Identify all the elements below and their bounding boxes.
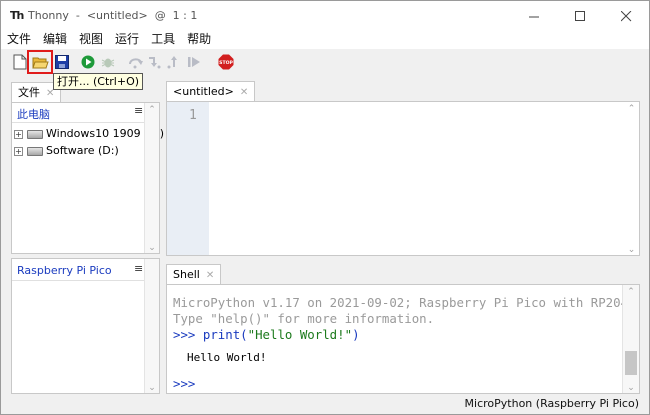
menu-edit[interactable]: 编辑 bbox=[37, 31, 73, 49]
drive-row-c[interactable]: + Windows10 1909 (C:) bbox=[14, 126, 164, 142]
menu-view[interactable]: 视图 bbox=[73, 31, 109, 49]
title-bar: Th Thonny - <untitled> @ 1 : 1 bbox=[1, 1, 649, 31]
pico-menu-icon[interactable]: ≡ bbox=[134, 262, 143, 275]
this-pc-link[interactable]: 此电脑 bbox=[17, 106, 50, 122]
resume-button[interactable] bbox=[185, 53, 203, 71]
tab-shell-label: Shell bbox=[173, 268, 200, 281]
maximize-icon bbox=[574, 10, 585, 21]
minimize-icon bbox=[528, 16, 539, 17]
pico-device-link[interactable]: Raspberry Pi Pico bbox=[17, 264, 112, 277]
save-file-button[interactable] bbox=[53, 53, 71, 71]
close-icon bbox=[620, 10, 631, 21]
thonny-app-icon: Th bbox=[10, 9, 24, 22]
open-file-tooltip: 打开... (Ctrl+O) bbox=[53, 73, 144, 90]
tab-files-label: 文件 bbox=[18, 86, 40, 99]
step-out-button[interactable] bbox=[165, 53, 183, 71]
menu-help[interactable]: 帮助 bbox=[181, 31, 217, 49]
drive-row-d[interactable]: + Software (D:) bbox=[14, 143, 119, 159]
expand-icon[interactable]: + bbox=[14, 146, 23, 156]
new-file-button[interactable] bbox=[11, 53, 29, 71]
hard-drive-icon bbox=[27, 129, 43, 139]
shell-tabstrip: Shell ✕ bbox=[166, 264, 640, 285]
scroll-down-icon[interactable]: ⌄ bbox=[624, 245, 639, 255]
expand-icon[interactable]: + bbox=[14, 129, 23, 139]
tab-shell[interactable]: Shell ✕ bbox=[166, 264, 222, 285]
minimize-button[interactable] bbox=[511, 1, 557, 31]
stop-icon: STOP bbox=[218, 54, 234, 70]
run-icon bbox=[81, 55, 95, 69]
drive-label: Software (D:) bbox=[46, 144, 119, 157]
interpreter-selector[interactable]: MicroPython (Raspberry Pi Pico) bbox=[465, 397, 639, 410]
shell-banner-line: Type "help()" for more information. bbox=[173, 311, 435, 326]
tab-close-icon[interactable]: ✕ bbox=[240, 87, 248, 98]
tab-close-icon[interactable]: ✕ bbox=[206, 270, 214, 281]
open-file-button[interactable] bbox=[27, 50, 53, 74]
shell-scrollbar[interactable]: ⌃ ⌄ bbox=[622, 285, 639, 393]
step-into-icon bbox=[149, 57, 161, 69]
scrollbar-thumb[interactable] bbox=[625, 351, 637, 375]
files-menu-icon[interactable]: ≡ bbox=[134, 104, 143, 117]
close-button[interactable] bbox=[603, 1, 649, 31]
line-number-gutter: 1 bbox=[167, 102, 209, 255]
thonny-window: Th Thonny - <untitled> @ 1 : 1 文件 编辑 视图 … bbox=[0, 0, 650, 415]
command-call: print( bbox=[202, 327, 248, 342]
divider bbox=[12, 280, 144, 281]
run-button[interactable] bbox=[79, 53, 97, 71]
new-file-icon bbox=[13, 54, 27, 70]
line-number: 1 bbox=[189, 108, 197, 123]
stop-icon-label: STOP bbox=[219, 60, 233, 66]
step-out-icon bbox=[167, 56, 177, 69]
tab-untitled-label: <untitled> bbox=[173, 85, 234, 98]
status-bar: MicroPython (Raspberry Pi Pico) bbox=[1, 395, 649, 414]
menu-bar: 文件 编辑 视图 运行 工具 帮助 bbox=[1, 31, 649, 49]
scroll-down-icon[interactable]: ⌄ bbox=[145, 243, 159, 253]
scroll-down-icon[interactable]: ⌄ bbox=[623, 383, 639, 393]
shell-output: Hello World! bbox=[187, 351, 267, 364]
command-close: ) bbox=[352, 327, 360, 342]
scroll-up-icon[interactable]: ⌃ bbox=[145, 105, 159, 115]
shell-prompt: >>> bbox=[173, 327, 196, 342]
maximize-button[interactable] bbox=[557, 1, 603, 31]
menu-file[interactable]: 文件 bbox=[1, 31, 37, 49]
menu-tools[interactable]: 工具 bbox=[145, 31, 181, 49]
folder-open-icon bbox=[31, 57, 49, 69]
code-editor[interactable]: 1 ⌃ ⌄ bbox=[166, 101, 640, 256]
files-header: 此电脑 ≡ bbox=[12, 103, 159, 123]
step-over-button[interactable] bbox=[127, 53, 145, 71]
resume-icon bbox=[188, 57, 200, 67]
bug-icon bbox=[101, 58, 115, 68]
files-scrollbar[interactable]: ⌃ ⌄ bbox=[144, 103, 159, 253]
toolbar: STOP bbox=[1, 49, 649, 75]
shell-command-line: >>> print("Hello World!") bbox=[173, 327, 360, 343]
save-icon bbox=[55, 55, 69, 69]
step-over-icon bbox=[129, 58, 143, 69]
scroll-up-icon[interactable]: ⌃ bbox=[624, 104, 639, 114]
editor-scrollbar[interactable]: ⌃ ⌄ bbox=[624, 102, 639, 255]
pico-files-panel: Raspberry Pi Pico ≡ ⌄ bbox=[11, 258, 160, 394]
stop-button[interactable]: STOP bbox=[217, 53, 235, 71]
debug-button[interactable] bbox=[99, 53, 117, 71]
shell-banner-line: MicroPython v1.17 on 2021-09-02; Raspber… bbox=[173, 295, 636, 310]
pico-scrollbar[interactable]: ⌄ bbox=[144, 259, 159, 393]
window-title: Thonny - <untitled> @ 1 : 1 bbox=[28, 9, 198, 22]
editor-tabstrip: <untitled> ✕ bbox=[166, 81, 640, 102]
scroll-down-icon[interactable]: ⌄ bbox=[145, 383, 159, 393]
scroll-up-icon[interactable]: ⌃ bbox=[623, 287, 639, 297]
command-string: "Hello World!" bbox=[247, 327, 353, 342]
menu-run[interactable]: 运行 bbox=[109, 31, 145, 49]
step-into-button[interactable] bbox=[146, 53, 164, 71]
shell-console[interactable]: MicroPython v1.17 on 2021-09-02; Raspber… bbox=[166, 284, 640, 394]
hard-drive-icon bbox=[27, 146, 43, 156]
tab-untitled[interactable]: <untitled> ✕ bbox=[166, 81, 256, 102]
files-panel: 此电脑 ≡ + Windows10 1909 (C:) + Software (… bbox=[11, 102, 164, 254]
shell-prompt[interactable]: >>> bbox=[173, 376, 195, 392]
